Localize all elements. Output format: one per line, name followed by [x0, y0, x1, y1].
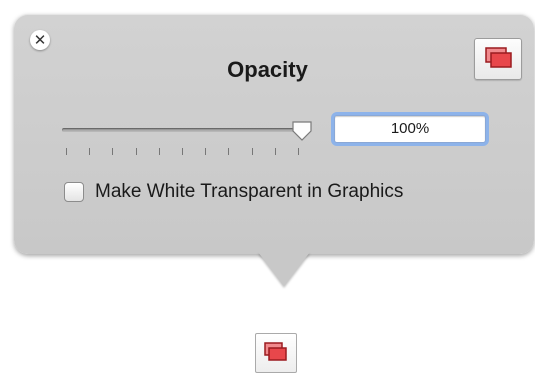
slider-tick — [298, 148, 299, 155]
slider-tick — [252, 148, 253, 155]
opacity-slider[interactable] — [62, 118, 314, 162]
close-icon: ✕ — [33, 30, 47, 49]
opacity-value-field[interactable]: 100% — [334, 115, 486, 143]
make-white-transparent-label: Make White Transparent in Graphics — [95, 181, 404, 202]
stacked-windows-icon — [264, 342, 287, 361]
slider-tick — [159, 148, 160, 155]
slider-tick — [136, 148, 137, 155]
slider-tick — [228, 148, 229, 155]
stage: ✕ Opacity 100% Make White Transparent in… — [0, 0, 535, 375]
make-white-transparent-checkbox[interactable] — [64, 182, 84, 202]
stacked-windows-icon — [485, 47, 512, 68]
slider-track — [62, 128, 302, 132]
slider-tick — [205, 148, 206, 155]
close-button[interactable]: ✕ — [30, 30, 50, 50]
opacity-toolbar-button[interactable] — [255, 333, 297, 373]
slider-tick — [275, 148, 276, 155]
detach-window-button[interactable] — [474, 38, 522, 80]
make-white-transparent-option[interactable]: Make White Transparent in Graphics — [64, 179, 403, 205]
popover-arrow — [258, 252, 310, 286]
slider-tick — [89, 148, 90, 155]
slider-tick — [112, 148, 113, 155]
popover-title: Opacity — [227, 57, 308, 82]
slider-ticks — [62, 148, 302, 156]
slider-thumb[interactable] — [291, 120, 313, 142]
slider-tick — [182, 148, 183, 155]
slider-tick — [66, 148, 67, 155]
